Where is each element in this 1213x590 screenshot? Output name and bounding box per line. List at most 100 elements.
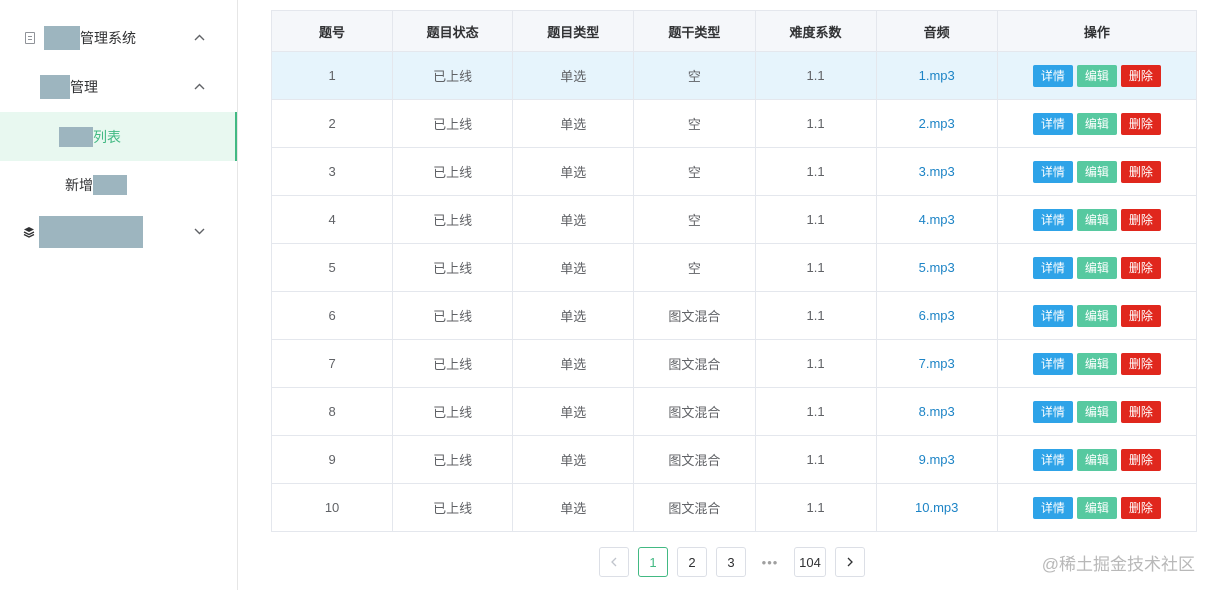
delete-button[interactable]: 删除 <box>1120 112 1161 135</box>
menu-group-label: 管理 <box>70 79 98 95</box>
table-row[interactable]: 8 已上线 单选 图文混合 1.1 8.mp3 详情 编辑 删除 <box>270 387 1198 436</box>
document-icon <box>25 32 35 44</box>
edit-button[interactable]: 编辑 <box>1076 400 1117 423</box>
cell-difficulty: 1.1 <box>754 435 877 484</box>
audio-link[interactable]: 10.mp3 <box>915 500 958 515</box>
prev-page-button[interactable] <box>599 547 629 577</box>
cell-actions: 详情 编辑 删除 <box>996 435 1198 484</box>
next-page-button[interactable] <box>835 547 865 577</box>
edit-button[interactable]: 编辑 <box>1076 256 1117 279</box>
cell-type: 单选 <box>512 291 635 340</box>
detail-button[interactable]: 详情 <box>1032 160 1073 183</box>
cell-actions: 详情 编辑 删除 <box>996 99 1198 148</box>
cell-question-no: 3 <box>270 147 394 196</box>
cell-stem-type: 图文混合 <box>633 291 756 340</box>
cell-difficulty: 1.1 <box>754 387 877 436</box>
cell-type: 单选 <box>512 147 635 196</box>
cell-actions: 详情 编辑 删除 <box>996 147 1198 196</box>
detail-button[interactable]: 详情 <box>1032 256 1073 279</box>
header-type: 题目类型 <box>512 10 635 52</box>
table-row[interactable]: 5 已上线 单选空 1.1 5.mp3 详情 编辑 删除 <box>270 243 1198 292</box>
cell-status: 已上线 <box>392 483 514 532</box>
audio-link[interactable]: 4.mp3 <box>919 212 955 227</box>
cell-question-no: 4 <box>270 195 394 244</box>
audio-link[interactable]: 9.mp3 <box>919 452 955 467</box>
detail-button[interactable]: 详情 <box>1032 352 1073 375</box>
edit-button[interactable]: 编辑 <box>1076 448 1117 471</box>
detail-button[interactable]: 详情 <box>1032 112 1073 135</box>
page-button-last[interactable]: 104 <box>794 547 826 577</box>
detail-button[interactable]: 详情 <box>1032 208 1073 231</box>
edit-button[interactable]: 编辑 <box>1076 64 1117 87</box>
table-row[interactable]: 10 已上线 单选 图文混合 1.1 10.mp3 详情 编辑 删除 <box>270 483 1198 532</box>
table-row[interactable]: 6 已上线 单选 图文混合 1.1 6.mp3 详情 编辑 删除 <box>270 291 1198 340</box>
cell-actions: 详情 编辑 删除 <box>996 387 1198 436</box>
menu-item-list-label: 列表 <box>93 128 121 145</box>
audio-link[interactable]: 3.mp3 <box>919 164 955 179</box>
delete-button[interactable]: 删除 <box>1120 64 1161 87</box>
delete-button[interactable]: 删除 <box>1120 448 1161 471</box>
edit-button[interactable]: 编辑 <box>1076 112 1117 135</box>
cell-question-no: 5 <box>270 243 394 292</box>
cell-status: 已上线 <box>392 435 514 484</box>
edit-button[interactable]: 编辑 <box>1076 160 1117 183</box>
delete-button[interactable]: 删除 <box>1120 352 1161 375</box>
delete-button[interactable]: 删除 <box>1120 160 1161 183</box>
detail-button[interactable]: 详情 <box>1032 304 1073 327</box>
detail-button[interactable]: 详情 <box>1032 64 1073 87</box>
table-row[interactable]: 7 已上线 单选 图文混合 1.1 7.mp3 详情 编辑 删除 <box>270 339 1198 388</box>
cell-audio: 5.mp3 <box>875 243 998 292</box>
cell-difficulty: 1.1 <box>754 243 877 292</box>
audio-link[interactable]: 7.mp3 <box>919 356 955 371</box>
cell-stem-type: 空 <box>633 243 756 292</box>
table-row[interactable]: 3 已上线 单选空 1.1 3.mp3 详情 编辑 删除 <box>270 147 1198 196</box>
cell-question-no: 6 <box>270 291 394 340</box>
menu-item-add[interactable]: 新增 <box>0 160 237 210</box>
page-button-3[interactable]: 3 <box>716 547 746 577</box>
cell-actions: 详情 编辑 删除 <box>996 339 1198 388</box>
audio-link[interactable]: 2.mp3 <box>919 116 955 131</box>
cell-stem-type: 空 <box>633 99 756 148</box>
cell-type: 单选 <box>512 195 635 244</box>
menu-item-add-label: 新增 <box>65 177 93 193</box>
edit-button[interactable]: 编辑 <box>1076 304 1117 327</box>
delete-button[interactable]: 删除 <box>1120 400 1161 423</box>
cell-actions: 详情 编辑 删除 <box>996 291 1198 340</box>
edit-button[interactable]: 编辑 <box>1076 352 1117 375</box>
table-row[interactable]: 4 已上线 单选空 1.1 4.mp3 详情 编辑 删除 <box>270 195 1198 244</box>
table-row[interactable]: 9 已上线 单选 图文混合 1.1 9.mp3 详情 编辑 删除 <box>270 435 1198 484</box>
delete-button[interactable]: 删除 <box>1120 496 1161 519</box>
page-button-1[interactable]: 1 <box>638 547 668 577</box>
audio-link[interactable]: 8.mp3 <box>919 404 955 419</box>
audio-link[interactable]: 1.mp3 <box>919 68 955 83</box>
header-audio: 音频 <box>875 10 998 52</box>
cell-stem-type: 图文混合 <box>633 387 756 436</box>
cell-stem-type: 空 <box>633 195 756 244</box>
audio-link[interactable]: 5.mp3 <box>919 260 955 275</box>
delete-button[interactable]: 删除 <box>1120 256 1161 279</box>
menu-other[interactable] <box>0 207 237 257</box>
delete-button[interactable]: 删除 <box>1120 304 1161 327</box>
table-row[interactable]: 1 已上线 单选空 1.1 1.mp3 详情 编辑 删除 <box>270 51 1198 100</box>
detail-button[interactable]: 详情 <box>1032 448 1073 471</box>
redacted-block <box>44 26 80 50</box>
page-button-2[interactable]: 2 <box>677 547 707 577</box>
table-header-row: 题号 题目状态 题目类型 题干类型 难度系数 音频 操作 <box>270 10 1198 52</box>
cell-type: 单选 <box>512 243 635 292</box>
cell-stem-type: 图文混合 <box>633 435 756 484</box>
menu-system[interactable]: 管理系统 <box>0 13 237 63</box>
menu-group[interactable]: 管理 <box>0 62 237 112</box>
cell-question-no: 10 <box>270 483 394 532</box>
cell-stem-type: 图文混合 <box>633 339 756 388</box>
edit-button[interactable]: 编辑 <box>1076 496 1117 519</box>
table-row[interactable]: 2 已上线 单选空 1.1 2.mp3 详情 编辑 删除 <box>270 99 1198 148</box>
pagination: 1 2 3 ••• 104 <box>599 546 874 578</box>
delete-button[interactable]: 删除 <box>1120 208 1161 231</box>
cell-question-no: 9 <box>270 435 394 484</box>
menu-item-list[interactable]: 列表 <box>0 112 237 161</box>
detail-button[interactable]: 详情 <box>1032 400 1073 423</box>
audio-link[interactable]: 6.mp3 <box>919 308 955 323</box>
page-ellipsis[interactable]: ••• <box>755 555 785 570</box>
detail-button[interactable]: 详情 <box>1032 496 1073 519</box>
edit-button[interactable]: 编辑 <box>1076 208 1117 231</box>
